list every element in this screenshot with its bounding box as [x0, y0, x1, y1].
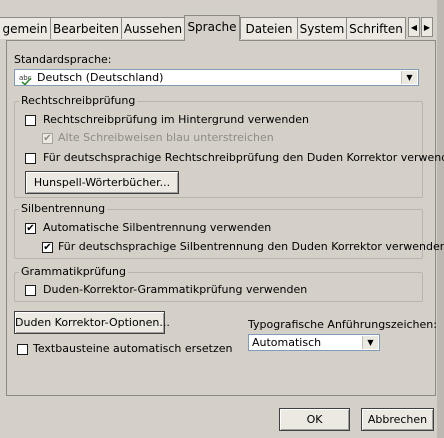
tab-system[interactable]: System: [297, 17, 347, 39]
old-spellings-label: Alte Schreibweisen blau unterstreichen: [58, 131, 274, 144]
chevron-down-icon[interactable]: ▼: [362, 336, 378, 349]
tab-schriften[interactable]: Schriften: [346, 17, 406, 39]
default-language-select[interactable]: abc Deutsch (Deutschland) ▼: [14, 69, 419, 86]
hunspell-dictionaries-button[interactable]: Hunspell-Wörterbücher...: [25, 171, 179, 194]
tab-sprache[interactable]: Sprache: [184, 15, 240, 41]
tab-label: Bearbeiten: [53, 22, 119, 36]
grammar-group: Grammatikprüfung Duden-Korrektor-Grammat…: [14, 265, 423, 302]
tab-scroll-arrows: ◀ ▶: [408, 17, 434, 39]
spellcheck-background-checkbox[interactable]: [25, 115, 36, 126]
quotes-value: Automatisch: [252, 336, 322, 349]
tab-scroll-right-button[interactable]: ▶: [421, 17, 433, 37]
spellcheck-icon: abc: [19, 74, 32, 85]
tab-label: System: [299, 22, 345, 36]
duden-spellcheck-label: Für deutschsprachige Rechtschreibprüfung…: [43, 151, 444, 164]
default-language-value: Deutsch (Deutschland): [37, 71, 164, 84]
window-edge: [437, 0, 444, 438]
duden-grammar-checkbox[interactable]: [25, 285, 36, 296]
duden-hyphenation-checkbox[interactable]: ✔: [42, 242, 53, 253]
duden-spellcheck-checkbox[interactable]: [25, 153, 36, 164]
hyphenation-group: Silbentrennung ✔ Automatische Silbentren…: [14, 202, 444, 259]
tab-dateien[interactable]: Dateien: [240, 17, 298, 39]
arrow-right-icon: ▶: [423, 22, 431, 32]
quotes-label: Typografische Anführungszeichen:: [248, 318, 437, 331]
hyphenation-group-title: Silbentrennung: [19, 202, 108, 215]
duden-hyphenation-label: Für deutschsprachige Silbentrennung den …: [58, 240, 444, 253]
cancel-button[interactable]: Abbrechen: [361, 408, 434, 431]
tab-label: gemein: [2, 22, 48, 36]
quotes-select[interactable]: Automatisch ▼: [248, 334, 380, 351]
duden-grammar-label: Duden-Korrektor-Grammatikprüfung verwend…: [43, 283, 308, 296]
spellcheck-group: Rechtschreibprüfung Rechtschreibprüfung …: [14, 94, 444, 198]
tab-scroll-left-button[interactable]: ◀: [408, 17, 420, 37]
tab-strip: gemein Bearbeiten Aussehen Sprache Datei…: [0, 0, 444, 44]
spellcheck-group-title: Rechtschreibprüfung: [19, 94, 138, 107]
tab-label: Dateien: [245, 22, 293, 36]
textblocks-label: Textbausteine automatisch ersetzen: [33, 342, 233, 355]
tab-label: Aussehen: [123, 22, 183, 36]
spellcheck-background-label: Rechtschreibprüfung im Hintergrund verwe…: [43, 113, 310, 126]
duden-options-button[interactable]: Duden Korrektor-Optionen...: [14, 311, 170, 334]
tab-label: Sprache: [187, 20, 237, 34]
ok-button[interactable]: OK: [279, 408, 350, 431]
tab-aussehen[interactable]: Aussehen: [121, 17, 185, 39]
auto-hyphenation-label: Automatische Silbentrennung verwenden: [43, 221, 272, 234]
old-spellings-checkbox[interactable]: ✔: [42, 133, 53, 144]
auto-hyphenation-checkbox[interactable]: ✔: [25, 223, 36, 234]
grammar-group-title: Grammatikprüfung: [19, 265, 128, 278]
arrow-left-icon: ◀: [410, 22, 418, 32]
chevron-down-icon[interactable]: ▼: [401, 71, 417, 84]
textblocks-checkbox[interactable]: [17, 344, 28, 355]
svg-text:abc: abc: [19, 74, 32, 82]
default-language-label: Standardsprache:: [14, 53, 112, 66]
tab-label: Schriften: [349, 22, 403, 36]
tab-allgemein[interactable]: gemein: [0, 17, 51, 39]
tab-bearbeiten[interactable]: Bearbeiten: [50, 17, 122, 39]
language-settings-panel: Standardsprache: abc Deutsch (Deutschlan…: [6, 40, 444, 396]
